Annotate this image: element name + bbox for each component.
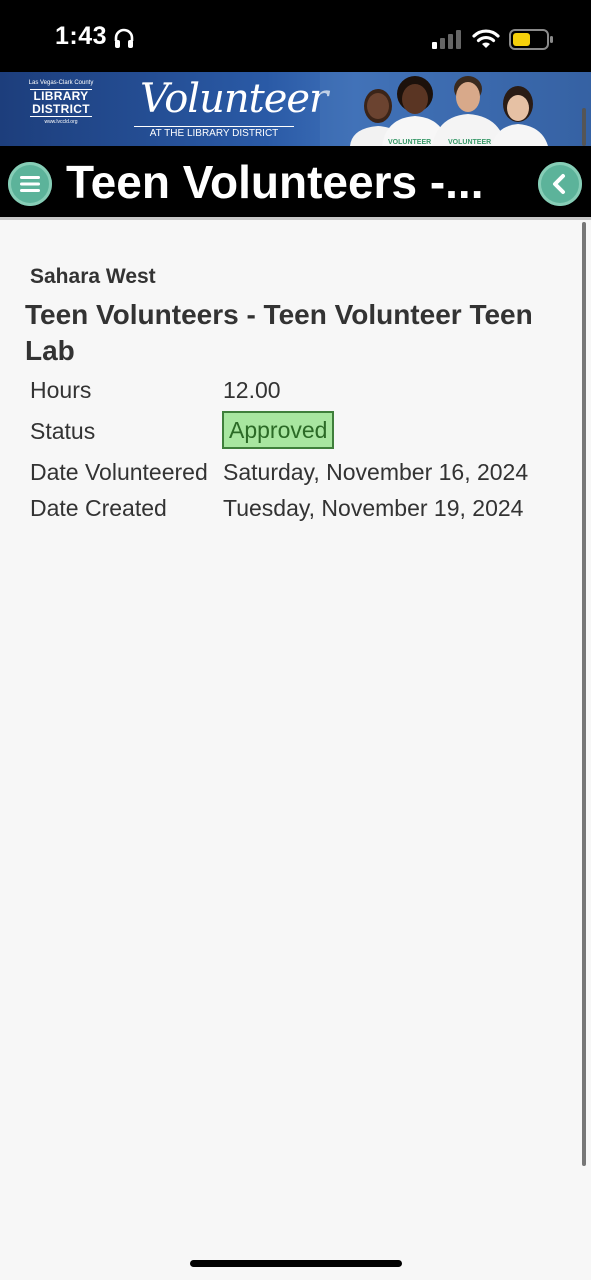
headphones-icon (114, 28, 134, 48)
library-logo-top: Las Vegas-Clark County (28, 80, 94, 86)
branch-name: Sahara West (30, 265, 156, 288)
date-created-value: Tuesday, November 19, 2024 (223, 495, 524, 521)
volunteers-photo: VOLUNTEER VOLUNTEER (320, 72, 591, 146)
home-indicator[interactable] (190, 1260, 402, 1267)
library-logo-name: LIBRARY DISTRICT (30, 89, 92, 117)
svg-text:VOLUNTEER: VOLUNTEER (388, 139, 431, 146)
chevron-left-icon (553, 174, 565, 194)
svg-text:VOLUNTEER: VOLUNTEER (448, 139, 491, 146)
page-header: Teen Volunteers -... (0, 146, 591, 220)
status-time: 1:43 (55, 22, 108, 50)
scrollbar[interactable] (582, 222, 586, 1166)
hamburger-menu-icon (20, 176, 40, 192)
date-volunteered-label: Date Volunteered (30, 459, 208, 485)
opportunity-title: Teen Volunteers - Teen Volunteer Teen La… (25, 299, 533, 366)
volunteer-logo-text: Volunteer (140, 76, 328, 122)
hours-label: Hours (30, 377, 92, 403)
library-logo-url: www.lvccld.org (44, 119, 78, 125)
hours-value: 12.00 (223, 377, 281, 403)
volunteer-banner: Las Vegas-Clark County LIBRARY DISTRICT … (0, 72, 591, 146)
library-district-logo: Las Vegas-Clark County LIBRARY DISTRICT … (26, 80, 96, 138)
wifi-icon (472, 29, 500, 48)
date-created-label: Date Created (30, 495, 167, 521)
cellular-signal-icon (432, 30, 461, 49)
battery-icon (509, 29, 553, 50)
status-label: Status (30, 418, 96, 444)
page-title: Teen Volunteers -... (66, 156, 484, 208)
menu-button[interactable] (8, 162, 52, 206)
status-bar: 1:43 (0, 0, 591, 72)
date-volunteered-value: Saturday, November 16, 2024 (223, 459, 529, 485)
back-button[interactable] (538, 162, 582, 206)
volunteer-logo-subtitle: AT THE LIBRARY DISTRICT (134, 126, 294, 141)
status-badge: Approved (222, 411, 335, 449)
banner-scroll-indicator (582, 108, 586, 146)
